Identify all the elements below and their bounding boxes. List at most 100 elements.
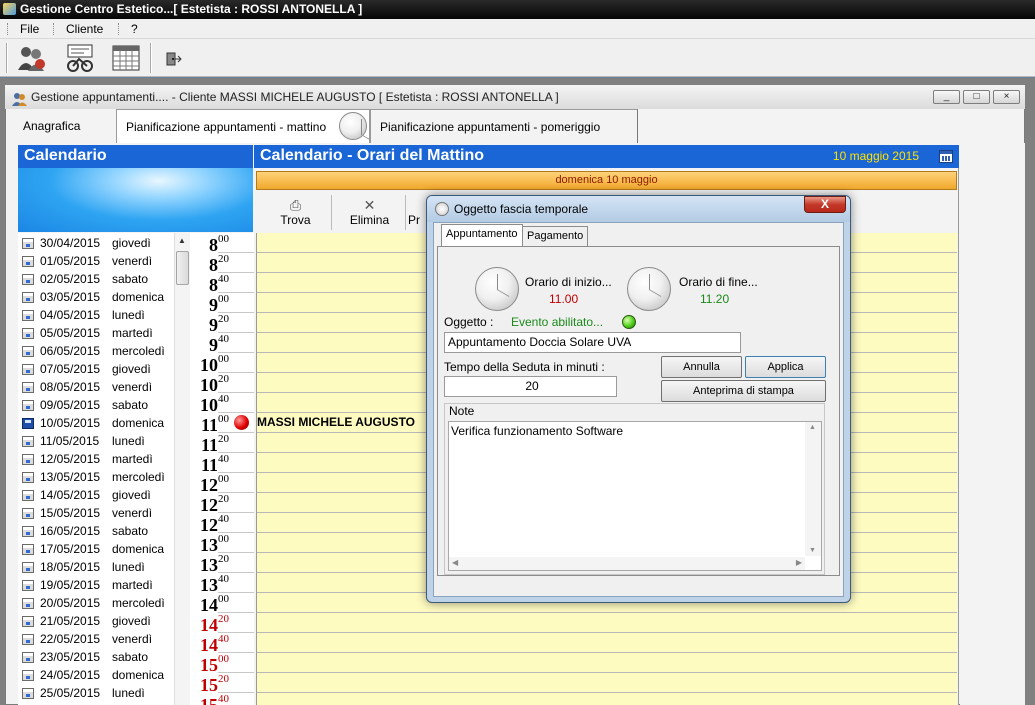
time-minutes: 00 — [218, 473, 229, 485]
date-list-scrollbar[interactable]: ▲ — [174, 233, 190, 705]
scroll-up-icon[interactable]: ▲ — [178, 236, 186, 245]
bicycle-settings-icon[interactable] — [64, 42, 96, 74]
users-icon[interactable] — [16, 42, 48, 74]
tab-payment[interactable]: Pagamento — [522, 226, 589, 246]
calendar-day-icon — [22, 274, 34, 285]
date-list-item[interactable]: 14/05/2015 giovedì — [18, 486, 190, 504]
time-slot-label: 10 00 — [190, 353, 254, 375]
right-empty-area — [960, 143, 1025, 705]
tab-appointment[interactable]: Appuntamento — [441, 224, 523, 247]
menu-help[interactable]: ? — [131, 22, 138, 36]
date-list-item[interactable]: 05/05/2015 martedì — [18, 324, 190, 342]
close-button[interactable]: × — [993, 90, 1020, 104]
date-list-item[interactable]: 15/05/2015 venerdì — [18, 504, 190, 522]
weekday: domenica — [112, 668, 165, 682]
apply-button[interactable]: Applica — [745, 356, 826, 378]
date-list-item[interactable]: 03/05/2015 domenica — [18, 288, 190, 306]
scroll-left-icon[interactable]: ◀ — [452, 558, 458, 567]
calendar-day-icon — [22, 256, 34, 267]
notes-horizontal-scrollbar[interactable]: ◀ ▶ — [449, 557, 805, 570]
date-list-item[interactable]: 13/05/2015 mercoledì — [18, 468, 190, 486]
cancel-button[interactable]: Annulla — [661, 356, 742, 378]
time-minutes: 00 — [218, 593, 229, 605]
date-value: 01/05/2015 — [40, 254, 101, 268]
date-list-item[interactable]: 25/05/2015 lunedì — [18, 684, 190, 702]
date-list-item[interactable]: 20/05/2015 mercoledì — [18, 594, 190, 612]
tab-anagrafica[interactable]: Anagrafica — [14, 109, 116, 143]
calendar-grid-icon[interactable] — [110, 42, 142, 74]
time-minutes: 40 — [218, 633, 229, 645]
scroll-thumb[interactable] — [176, 251, 189, 285]
weekday: domenica — [112, 542, 165, 556]
tab-afternoon-planning[interactable]: Pianificazione appuntamenti - pomeriggio — [370, 109, 638, 143]
date-list-item[interactable]: 17/05/2015 domenica — [18, 540, 190, 558]
calendar-icon[interactable] — [939, 150, 953, 163]
time-minutes: 40 — [218, 513, 229, 525]
print-preview-button[interactable]: Anteprima di stampa — [661, 380, 826, 402]
exit-door-icon[interactable] — [160, 42, 184, 74]
menu-cliente[interactable]: Cliente — [66, 22, 103, 36]
date-list[interactable]: 30/04/2015 giovedì 01/05/2015 venerdì 02/05/… — [18, 233, 190, 705]
date-value: 15/05/2015 — [40, 506, 101, 520]
print-button[interactable]: Pr — [408, 195, 428, 230]
date-list-item[interactable]: 30/04/2015 giovedì — [18, 234, 190, 252]
scroll-up-icon[interactable]: ▲ — [809, 424, 816, 431]
dialog-close-button[interactable]: X — [804, 196, 846, 213]
time-minutes: 00 — [218, 293, 229, 305]
menu-separator — [53, 23, 54, 35]
dialog-title: Oggetto fascia temporale — [454, 202, 589, 216]
time-minutes: 20 — [218, 433, 229, 445]
date-list-item[interactable]: 07/05/2015 giovedì — [18, 360, 190, 378]
find-button[interactable]: ⎙ Trova — [260, 195, 332, 230]
date-list-item[interactable]: 24/05/2015 domenica — [18, 666, 190, 684]
date-list-item[interactable]: 09/05/2015 sabato — [18, 396, 190, 414]
appointment-marker-icon[interactable] — [234, 415, 249, 430]
time-hour: 9 — [209, 335, 218, 355]
appointment-entry[interactable]: MASSI MICHELE AUGUSTO — [257, 413, 427, 431]
calendar-day-icon — [22, 688, 34, 699]
date-value: 14/05/2015 — [40, 488, 101, 502]
date-list-item[interactable]: 23/05/2015 sabato — [18, 648, 190, 666]
calendar-day-icon — [22, 472, 34, 483]
time-minutes: 00 — [218, 353, 229, 365]
date-list-item[interactable]: 06/05/2015 mercoledì — [18, 342, 190, 360]
time-slot-label: 9 00 — [190, 293, 254, 314]
minimize-button[interactable]: _ — [933, 90, 960, 104]
date-list-item[interactable]: 11/05/2015 lunedì — [18, 432, 190, 450]
object-field[interactable]: Appuntamento Doccia Solare UVA — [444, 332, 741, 353]
maximize-button[interactable]: □ — [963, 90, 990, 104]
calendar-day-icon — [22, 616, 34, 627]
time-hour: 11 — [200, 435, 218, 455]
date-list-item[interactable]: 16/05/2015 sabato — [18, 522, 190, 540]
date-list-item[interactable]: 12/05/2015 martedì — [18, 450, 190, 468]
calendar-day-icon — [22, 580, 34, 591]
schedule-date: 10 maggio 2015 — [832, 149, 919, 163]
delete-button[interactable]: ✕ Elimina — [334, 195, 406, 230]
date-list-item[interactable]: 04/05/2015 lunedì — [18, 306, 190, 324]
notes-vertical-scrollbar[interactable]: ▲ ▼ — [805, 422, 821, 556]
day-band: domenica 10 maggio — [256, 171, 957, 190]
duration-field[interactable]: 20 — [444, 376, 617, 397]
date-list-item[interactable]: 10/05/2015 domenica — [18, 414, 190, 432]
print-label: Pr — [408, 213, 420, 227]
date-list-item[interactable]: 08/05/2015 venerdì — [18, 378, 190, 396]
date-value: 24/05/2015 — [40, 668, 101, 682]
time-minutes: 20 — [218, 253, 229, 265]
weekday: sabato — [112, 398, 149, 412]
date-list-item[interactable]: 21/05/2015 giovedì — [18, 612, 190, 630]
date-list-item[interactable]: 18/05/2015 lunedì — [18, 558, 190, 576]
date-list-item[interactable]: 19/05/2015 martedì — [18, 576, 190, 594]
weekday: mercoledì — [112, 596, 165, 610]
time-slot-label: 15 00 — [190, 653, 254, 674]
scroll-down-icon[interactable]: ▼ — [809, 547, 816, 554]
date-list-item[interactable]: 22/05/2015 venerdì — [18, 630, 190, 648]
date-list-item[interactable]: 02/05/2015 sabato — [18, 270, 190, 288]
time-hour: 10 — [200, 355, 218, 375]
notes-textarea[interactable]: Verifica funzionamento Software — [448, 421, 822, 571]
notes-text: Verifica funzionamento Software — [451, 424, 624, 438]
menu-file[interactable]: File — [20, 22, 39, 36]
calendar-day-icon — [22, 346, 34, 357]
date-list-item[interactable]: 01/05/2015 venerdì — [18, 252, 190, 270]
tab-morning-planning[interactable]: Pianificazione appuntamenti - mattino — [116, 109, 370, 143]
scroll-right-icon[interactable]: ▶ — [796, 558, 802, 567]
